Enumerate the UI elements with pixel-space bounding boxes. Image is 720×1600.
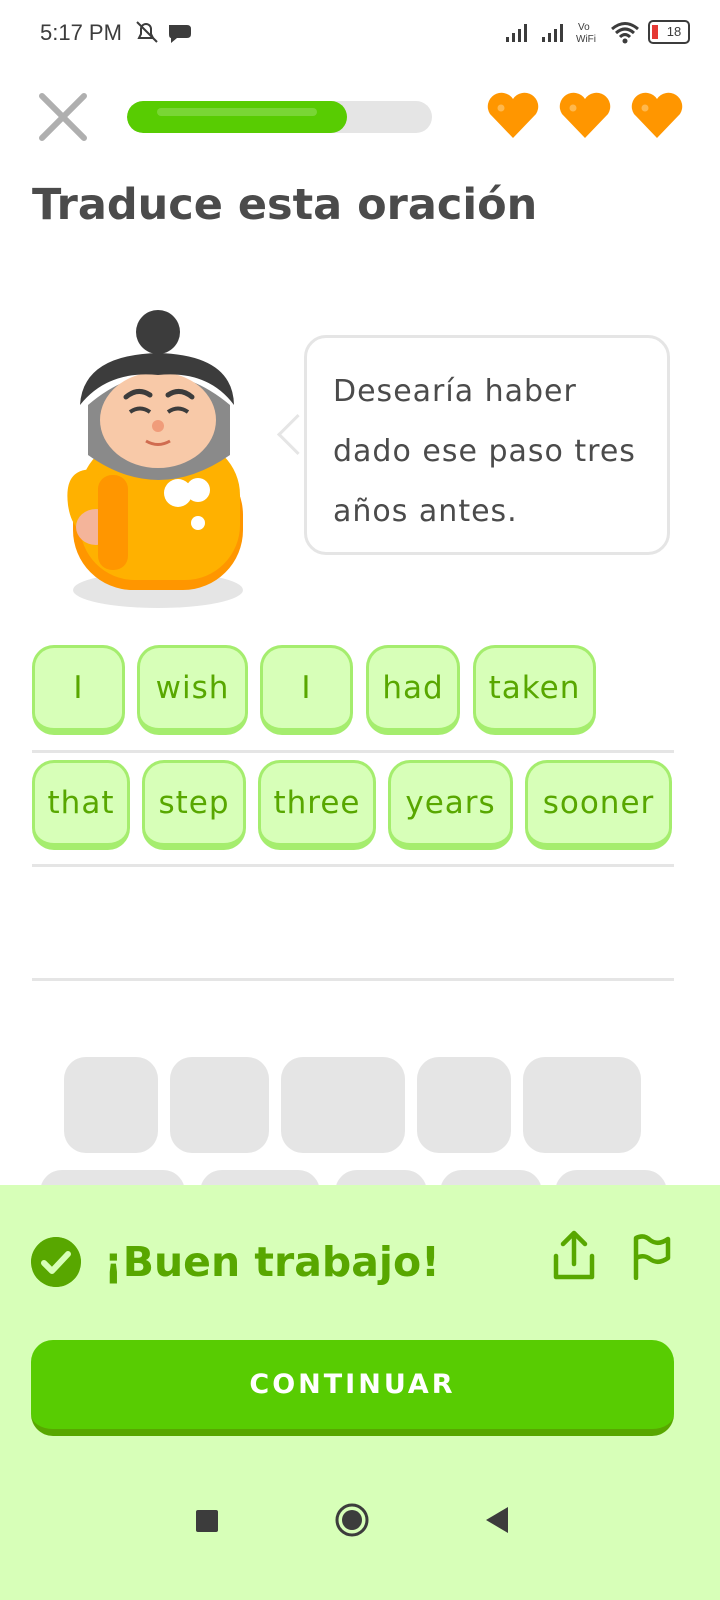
answer-word-chip[interactable]: I <box>32 645 125 735</box>
answer-word-chip[interactable]: I <box>260 645 353 735</box>
answer-word-chip[interactable]: years <box>388 760 513 850</box>
heart-icon <box>631 92 683 138</box>
system-nav-bar <box>0 1475 720 1600</box>
word-bank-slot <box>417 1057 511 1153</box>
svg-text:WiFi: WiFi <box>576 34 596 44</box>
word-bank-slot <box>170 1057 269 1153</box>
status-time: 5:17 PM <box>40 20 122 45</box>
word-bank-slot <box>64 1057 158 1153</box>
character-illustration <box>67 310 243 608</box>
signal-icon <box>506 24 527 42</box>
status-bar: 5:17 PM Vo WiFi 18 <box>0 0 720 70</box>
share-icon[interactable] <box>550 1230 598 1282</box>
status-right-icons: Vo WiFi 18 <box>504 20 690 44</box>
chat-bubble-icon <box>169 25 191 43</box>
page-title: Traduce esta oración <box>32 180 538 230</box>
answer-word-chip[interactable]: that <box>32 760 130 850</box>
progress-fill <box>127 101 347 133</box>
home-icon[interactable] <box>335 1503 369 1537</box>
vowifi-icon: VoWiFi <box>576 22 596 44</box>
status-left-icons <box>135 20 195 50</box>
heart-icon <box>559 92 611 138</box>
answer-word-chip[interactable]: three <box>258 760 376 850</box>
battery-icon: 18 <box>648 20 690 44</box>
answer-line <box>32 978 674 981</box>
check-circle-icon <box>31 1237 81 1287</box>
wifi-icon <box>611 22 639 44</box>
word-bank-slot <box>281 1057 405 1153</box>
word-bank-slot <box>523 1057 641 1153</box>
svg-text:Vo: Vo <box>578 22 590 33</box>
battery-level: 18 <box>666 24 682 39</box>
answer-word-chip[interactable]: sooner <box>525 760 672 850</box>
signal-icon <box>542 24 563 42</box>
hearts <box>486 92 684 140</box>
answer-word-chip[interactable]: had <box>366 645 460 735</box>
recents-icon[interactable] <box>196 1510 218 1532</box>
heart-icon <box>487 92 539 138</box>
close-icon[interactable] <box>38 92 88 142</box>
answer-word-chip[interactable]: wish <box>137 645 248 735</box>
back-icon[interactable] <box>484 1505 510 1535</box>
feedback-title: ¡Buen trabajo! <box>104 1238 440 1286</box>
answer-word-chip[interactable]: step <box>142 760 246 850</box>
continue-button[interactable]: CONTINUAR <box>31 1340 674 1436</box>
mute-icon <box>136 21 158 43</box>
flag-icon[interactable] <box>630 1232 672 1280</box>
answer-line <box>32 750 674 753</box>
answer-line <box>32 864 674 867</box>
prompt-sentence: Desearía haber dado ese paso tres años a… <box>333 374 636 529</box>
answer-word-chip[interactable]: taken <box>473 645 596 735</box>
lesson-progress-bar <box>127 101 432 133</box>
